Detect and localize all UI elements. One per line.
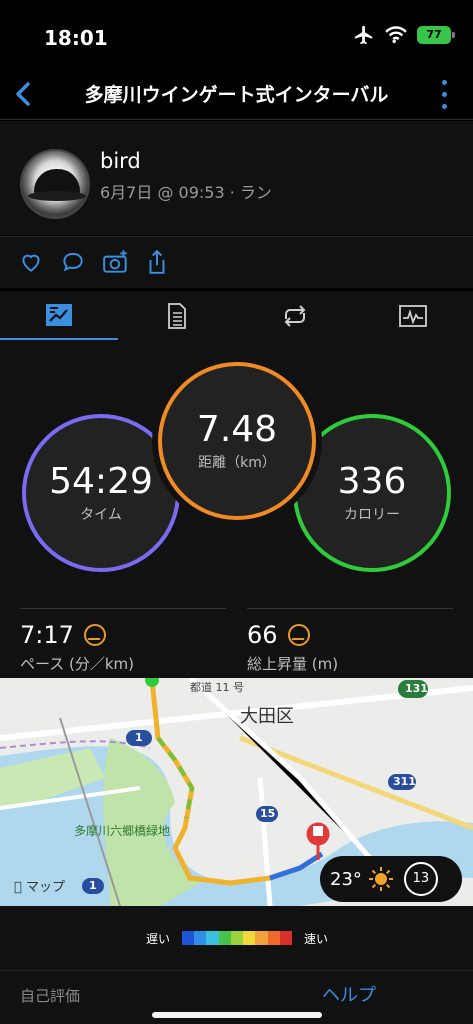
- like-button[interactable]: [18, 249, 44, 275]
- elevation-indicator-icon[interactable]: [287, 624, 310, 646]
- tab-bar: [0, 290, 473, 341]
- legend-swatch: [279, 931, 292, 945]
- add-photo-button[interactable]: [102, 249, 128, 275]
- legend-swatch: [194, 931, 207, 945]
- airplane-icon: [354, 25, 373, 45]
- legend-swatch: [182, 931, 195, 945]
- home-indicator: [152, 1012, 322, 1018]
- tab-details[interactable]: [118, 291, 236, 341]
- add-photo-icon: [103, 250, 127, 273]
- start-marker: [145, 678, 159, 687]
- time-value: 54:29: [49, 461, 153, 502]
- activity-header: bird 6月7日 @ 09:53 · ラン: [0, 121, 473, 235]
- user-name[interactable]: bird: [100, 149, 141, 173]
- stats-panel: 54:29 タイム 336 カロリー 7.48 距離（km） 7:17 ペース …: [0, 340, 473, 678]
- activity-meta: 6月7日 @ 09:53 · ラン: [100, 183, 272, 202]
- time-ring: 54:29 タイム: [22, 414, 180, 572]
- sun-icon: [368, 867, 393, 891]
- chart-tab-icon: [399, 305, 427, 327]
- legend-slow-label: 遅い: [146, 932, 171, 946]
- status-icons: 77: [353, 24, 455, 46]
- avatar-visor-shape: [28, 191, 86, 201]
- apple-maps-text: マップ: [14, 880, 65, 895]
- legend-swatch: [267, 931, 280, 945]
- share-button[interactable]: [146, 249, 172, 275]
- shield-1-top-label: 1: [135, 731, 143, 744]
- back-button[interactable]: [14, 74, 44, 114]
- elevation-value-row: 66: [247, 621, 453, 649]
- tab-charts[interactable]: [354, 291, 472, 341]
- legend-swatch: [243, 931, 256, 945]
- tab-laps[interactable]: [236, 291, 354, 341]
- legend-color-bar: [182, 931, 292, 945]
- comment-icon: [63, 252, 83, 272]
- action-bar: [0, 236, 473, 288]
- pace-value: 7:17: [20, 621, 74, 649]
- legend-swatch: [206, 931, 219, 945]
- heart-icon: [22, 254, 40, 272]
- details-tab-icon: [168, 303, 186, 329]
- nav-bar: 多摩川ウインゲート式インターバル: [0, 70, 473, 120]
- pace-metric: 7:17 ペース (分／km): [20, 608, 226, 673]
- weather-badge[interactable]: 23° 13: [320, 856, 462, 902]
- page-title: 多摩川ウインゲート式インターバル: [84, 84, 389, 106]
- time-label: タイム: [80, 507, 122, 523]
- share-icon: [149, 249, 165, 274]
- more-vertical-icon: [441, 79, 447, 85]
- elevation-metric: 66 総上昇量 (m): [247, 608, 453, 673]
- calories-label: カロリー: [344, 507, 400, 523]
- laps-tab-icon: [284, 305, 306, 327]
- more-menu-button[interactable]: [439, 76, 449, 112]
- pace-indicator-icon[interactable]: [83, 624, 106, 646]
- tab-summary[interactable]: [0, 291, 118, 341]
- route-map[interactable]: 131 1 311 15 1 大田区 都道 11 号 多摩川六郷橋緑地  マッ…: [0, 678, 473, 906]
- legend-fast-label: 速い: [304, 932, 329, 946]
- pace-value-row: 7:17: [20, 621, 226, 649]
- calories-value: 336: [337, 461, 407, 502]
- legend-swatch: [255, 931, 268, 945]
- shield-1-bottom-label: 1: [89, 879, 97, 892]
- distance-ring: 7.48 距離（km）: [158, 362, 316, 520]
- pace-legend: 遅い 速い: [0, 906, 473, 970]
- district-label: 大田区: [240, 706, 294, 727]
- shield-311-label: 311: [393, 775, 416, 788]
- shield-15-label: 15: [260, 807, 276, 820]
- wifi-icon: [385, 26, 407, 44]
- legend-swatch: [218, 931, 231, 945]
- legend-swatch: [230, 931, 244, 945]
- status-time: 18:01: [44, 26, 108, 50]
- chevron-left-icon: [16, 82, 30, 106]
- shield-131-label: 131: [405, 682, 428, 695]
- self-evaluation-label[interactable]: 自己評価: [20, 985, 80, 1006]
- status-bar: 18:01 77: [0, 0, 473, 70]
- weather-temp: 23°: [330, 868, 362, 890]
- calories-ring: 336 カロリー: [293, 414, 451, 572]
- elevation-label: 総上昇量 (m): [247, 655, 339, 673]
- wind-icon: 13: [403, 862, 438, 896]
- distance-value: 7.48: [196, 409, 278, 450]
- help-button[interactable]: ヘルプ: [322, 981, 376, 1007]
- road-label: 都道 11 号: [190, 681, 244, 694]
- summary-tab-icon: [46, 303, 72, 326]
- battery-icon: 77: [417, 26, 455, 44]
- apple-maps-label:  マップ: [14, 876, 65, 895]
- elevation-value: 66: [247, 621, 278, 649]
- pace-label: ペース (分／km): [20, 655, 135, 673]
- comment-button[interactable]: [60, 249, 86, 275]
- avatar[interactable]: [20, 149, 90, 219]
- park-label: 多摩川六郷橋緑地: [74, 824, 171, 838]
- distance-label: 距離（km）: [198, 455, 276, 471]
